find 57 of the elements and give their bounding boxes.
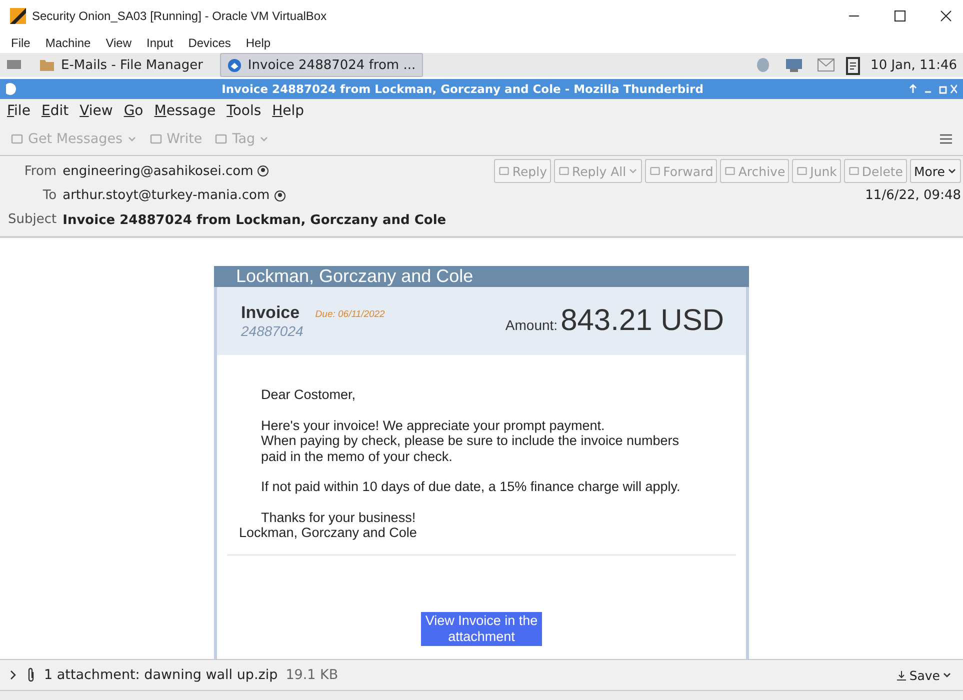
invoice-label: Invoice [241,303,301,323]
view-invoice-button[interactable]: View Invoice in the attachment [421,612,542,646]
letter-line: paid in the memo of your check. [261,448,454,464]
to-label: To [42,188,57,203]
app-logo-icon [10,8,26,24]
save-button[interactable]: Save [893,664,955,686]
close-icon[interactable] [939,9,953,23]
menu-item[interactable]: View [80,103,113,119]
menu-item[interactable]: View [106,36,132,50]
due-date: Due: 06/11/2022 [315,308,385,320]
menu-icon[interactable] [939,133,953,145]
menu-item[interactable]: File [11,36,30,50]
clipboard-icon[interactable] [844,55,861,75]
download-icon [896,670,908,680]
attachment-size: 19.1 KB [286,667,338,683]
folder-icon [39,58,55,72]
sender-address[interactable]: engineering@asahikosei.com [62,164,254,178]
window-controls-icon[interactable] [907,83,958,95]
window-title: Security Onion_SA03 [Running] - Oracle VM VirtualBox [32,9,327,23]
menu-item[interactable]: Tools [226,103,262,119]
menu-item[interactable]: Help [272,103,304,119]
signature: Lockman, Gorczany and Cole [238,525,418,540]
card-header: Lockman, Gorczany and Cole [214,266,749,287]
contact-icon[interactable] [274,190,286,202]
menu-item[interactable]: Edit [41,103,69,119]
amount-label: Amount: [505,317,558,333]
clock: 10 Jan, 11:46 [870,58,957,72]
caret-icon [942,670,952,680]
menu-item[interactable]: File [7,103,30,119]
taskbar-item[interactable]: E-Mails - File Manager [32,53,210,77]
menu-item[interactable]: Devices [188,36,231,50]
letter-line: Dear Costomer, [261,387,357,402]
letter-line: When paying by check, please be sure to include the invoice numbers [261,433,680,448]
monitor-icon[interactable] [6,58,22,72]
message-date: 11/6/22, 09:48 [864,187,961,205]
menu-item[interactable]: Message [154,103,216,119]
letter-line: Thanks for your business! [261,510,417,525]
paperclip-icon [26,667,36,683]
letter-line: If not paid within 10 days of due date, a 15% finance charge will apply. [261,479,682,494]
subject-text: Invoice 24887024 from Lockman, Gorczany and Cole [62,212,448,228]
letter-line: Here's your invoice! We appreciate your prompt payment. [261,418,606,433]
menu-item[interactable]: Help [246,36,271,50]
window-title: Invoice 24887024 from Lockman, Gorczany and Cole - Mozilla Thunderbird [222,82,704,96]
contact-icon[interactable] [257,165,270,177]
action-button[interactable]: More [910,159,961,183]
invoice-number: 24887024 [241,323,304,339]
taskbar-item[interactable]: Invoice 24887024 from ... [220,53,423,77]
menu-item[interactable]: Go [124,103,144,119]
recipient-address[interactable]: arthur.stoyt@turkey-mania.com [62,188,270,203]
menu-item[interactable]: Input [146,36,174,50]
maximize-icon[interactable] [893,9,907,23]
attachment-name[interactable]: 1 attachment: dawning wall up.zip [44,667,278,683]
from-label: From [23,164,57,178]
amount-value: 843.21 USD [560,304,724,338]
chevron-icon[interactable] [8,670,18,680]
subject-label: Subject [8,211,57,229]
menu-item[interactable]: Machine [45,36,91,50]
